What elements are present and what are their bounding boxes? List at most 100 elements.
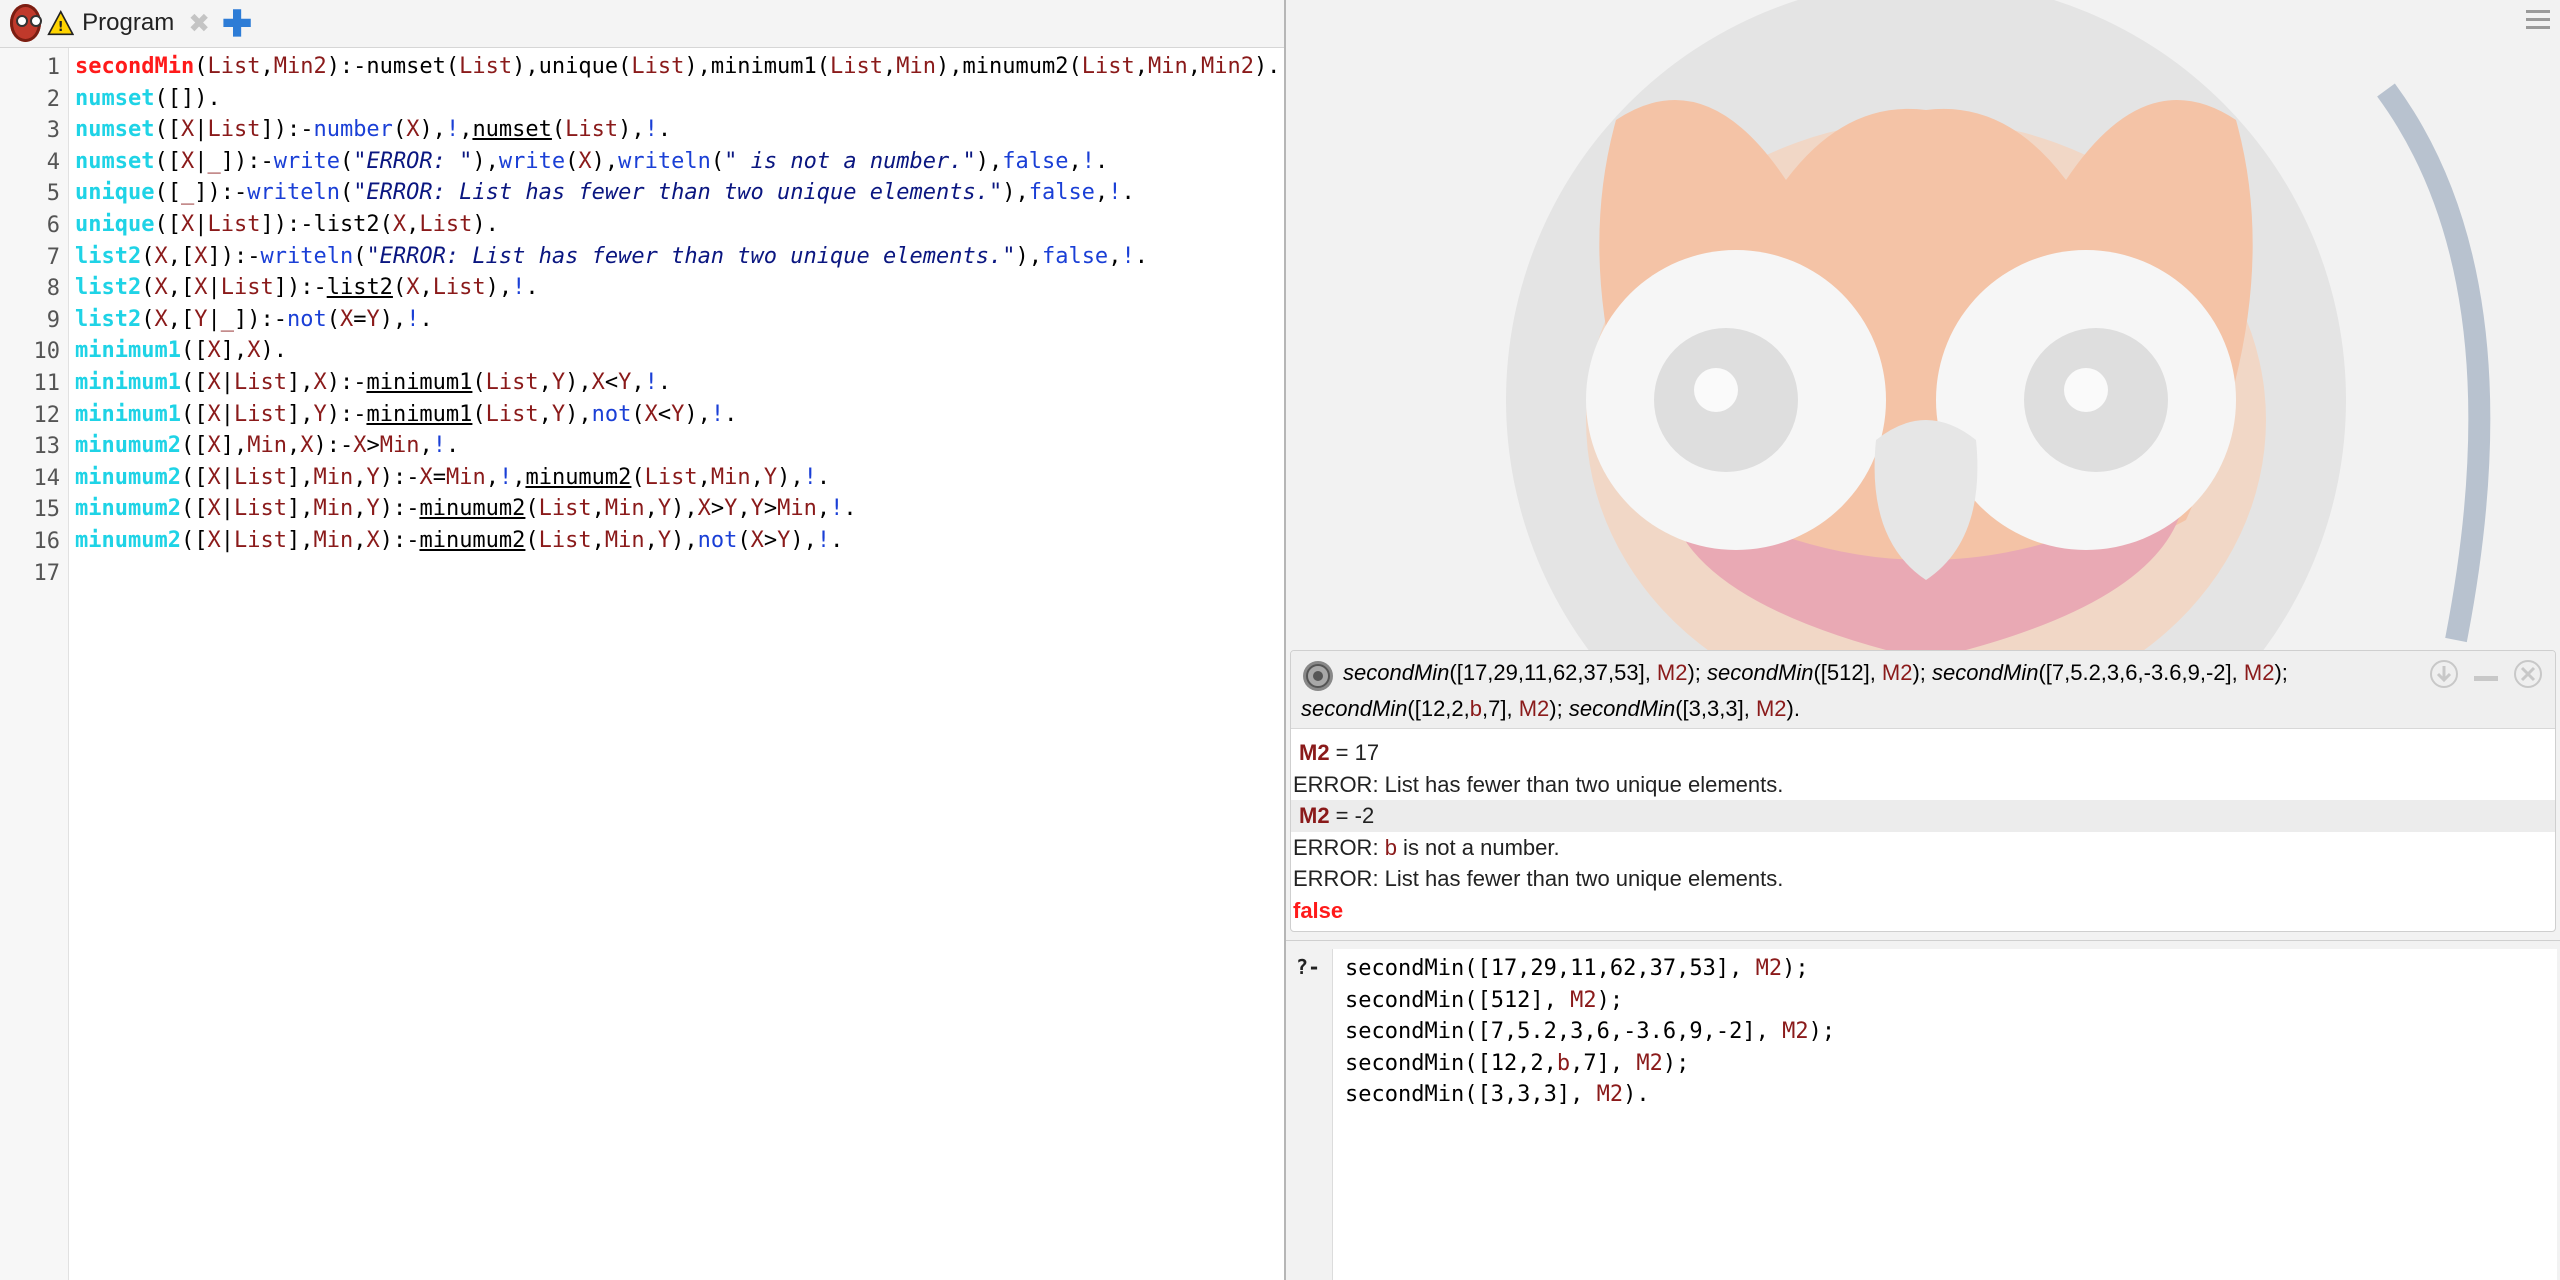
- code-token: .: [657, 370, 672, 395]
- code-line[interactable]: unique([_]):-writeln("ERROR: List has fe…: [75, 177, 1135, 209]
- code-line[interactable]: numset([X|List]):-number(X),!,numset(Lis…: [75, 114, 671, 146]
- query-token: M2: [1570, 987, 1597, 1013]
- query-token: secondMin([7,5.2,3,6,-3.6,9,-2],: [1345, 1019, 1783, 1045]
- query-line[interactable]: secondMin([12,2,b,7], M2);: [1345, 1048, 1689, 1080]
- query-editor[interactable]: secondMin([17,29,11,62,37,53], M2); secon…: [1332, 949, 2557, 1280]
- code-line[interactable]: minumum2([X|List],Min,X):-minumum2(List,…: [75, 525, 843, 557]
- gear-icon[interactable]: [1301, 659, 1335, 693]
- code-line[interactable]: minumum2([X|List],Min,Y):-minumum2(List,…: [75, 493, 857, 525]
- code-token: List: [459, 54, 513, 79]
- query-line[interactable]: secondMin([512], M2);: [1345, 985, 1623, 1017]
- code-line[interactable]: unique([X|List]):-list2(X,List).: [75, 209, 499, 241]
- answer-text: ERROR:: [1293, 834, 1385, 860]
- close-circle-icon[interactable]: [2513, 659, 2543, 689]
- code-token: !: [512, 275, 526, 301]
- code-token: .: [843, 496, 857, 522]
- query-line[interactable]: secondMin([17,29,11,62,37,53], M2);: [1345, 953, 1809, 985]
- code-token: ,: [419, 275, 433, 301]
- line-number: 17: [33, 560, 61, 586]
- code-token: Min: [313, 464, 354, 490]
- line-number: 3: [46, 118, 60, 144]
- line-number: 10: [33, 339, 61, 365]
- code-token: Y: [366, 306, 380, 332]
- code-token: List: [485, 401, 539, 427]
- close-icon[interactable]: ✖: [188, 10, 210, 36]
- query-text-line2: secondMin([12,2,b,7], M2); secondMin([3,…: [1301, 696, 1800, 722]
- code-token: List: [1081, 54, 1135, 79]
- code-token: .: [1121, 180, 1135, 206]
- code-token: Min: [313, 528, 354, 553]
- code-token: Y: [671, 401, 685, 427]
- code-token: ).: [1253, 54, 1280, 79]
- code-line[interactable]: list2(X,[X]):-writeln("ERROR: List has f…: [75, 241, 1148, 273]
- code-token: ([: [180, 528, 208, 553]
- code-line[interactable]: numset([X|_]):-write("ERROR: "),write(X)…: [75, 146, 1108, 178]
- code-line[interactable]: minimum1([X|List],Y):-minimum1(List,Y),n…: [75, 399, 737, 431]
- code-line[interactable]: secondMin(List,Min2):-numset(List),uniqu…: [75, 51, 1280, 83]
- code-line[interactable]: list2(X,[X|List]):-list2(X,List),!.: [75, 272, 539, 304]
- code-token: false: [1041, 243, 1109, 269]
- code-line[interactable]: list2(X,[Y|_]):-not(X=Y),!.: [75, 304, 433, 336]
- code-token: Min: [604, 496, 645, 522]
- code-token: ,: [485, 464, 499, 490]
- add-tab-icon[interactable]: ✚: [222, 6, 252, 42]
- minimize-icon[interactable]: [2471, 659, 2501, 689]
- code-token: ,: [1068, 148, 1082, 174]
- code-token: List: [207, 212, 261, 237]
- code-line[interactable]: minimum1([X],X).: [75, 335, 287, 367]
- code-token: ),: [975, 148, 1003, 174]
- query-token: M2: [1755, 956, 1783, 981]
- code-token: |: [220, 496, 234, 522]
- code-token: ,: [459, 117, 473, 143]
- code-token: secondMin: [75, 54, 195, 79]
- code-token: ]):-: [273, 275, 327, 301]
- code-token: (: [710, 148, 725, 174]
- code-token: ,: [591, 528, 605, 553]
- code-token: minumum2: [75, 528, 181, 553]
- download-icon[interactable]: [2429, 659, 2459, 689]
- query-line[interactable]: secondMin([7,5.2,3,6,-3.6,9,-2], M2);: [1345, 1016, 1835, 1048]
- tab-label: Program: [82, 9, 175, 36]
- code-line[interactable]: minumum2([X],Min,X):-X>Min,!.: [75, 430, 459, 462]
- code-line[interactable]: minimum1([X|List],X):-minimum1(List,Y),X…: [75, 367, 671, 399]
- code-line[interactable]: numset([]).: [75, 83, 221, 115]
- code-token: ).: [472, 212, 499, 237]
- code-token: ),: [485, 275, 513, 301]
- code-token: Min: [710, 464, 751, 490]
- query-token: secondMin: [1301, 696, 1408, 721]
- code-token: ,: [406, 212, 420, 237]
- code-token: (: [525, 528, 539, 553]
- code-token: Y: [777, 528, 791, 553]
- code-token: (: [472, 370, 486, 395]
- code-token: X: [207, 496, 221, 522]
- code-token: Min2: [273, 54, 327, 79]
- code-token: writeln: [618, 148, 711, 174]
- code-token: " is not a number.": [724, 148, 976, 174]
- code-token: X: [207, 370, 221, 395]
- query-token: );: [1808, 1019, 1836, 1045]
- code-token: List: [644, 464, 698, 490]
- code-token: X: [207, 528, 221, 553]
- code-token: ],: [286, 370, 314, 395]
- code-token: List: [233, 370, 287, 395]
- tab-program[interactable]: ! Program ✖: [10, 3, 210, 43]
- owl-watermark-icon: [1506, 0, 2491, 660]
- code-line[interactable]: minumum2([X|List],Min,Y):-X=Min,!,minumu…: [75, 462, 830, 494]
- code-token: X: [207, 464, 221, 490]
- code-token: |: [220, 464, 234, 490]
- query-token: M2: [1636, 1050, 1663, 1076]
- query-line[interactable]: secondMin([3,3,3], M2).: [1345, 1079, 1650, 1111]
- query-token: ([17,29,11,62,37,53],: [1449, 660, 1657, 685]
- menu-icon[interactable]: [2526, 10, 2550, 32]
- code-token: Min: [777, 496, 817, 522]
- code-token: Min: [1147, 54, 1188, 79]
- code-token: |: [220, 528, 234, 553]
- code-token: ,: [644, 528, 658, 553]
- code-token: List: [538, 496, 592, 522]
- svg-text:!: !: [57, 20, 63, 35]
- line-number: 9: [46, 307, 60, 333]
- code-token: ):-numset(: [326, 54, 460, 79]
- code-token: ([: [154, 212, 181, 237]
- code-token: ([: [154, 117, 181, 143]
- code-editor[interactable]: secondMin(List,Min2):-numset(List),uniqu…: [75, 48, 1280, 1280]
